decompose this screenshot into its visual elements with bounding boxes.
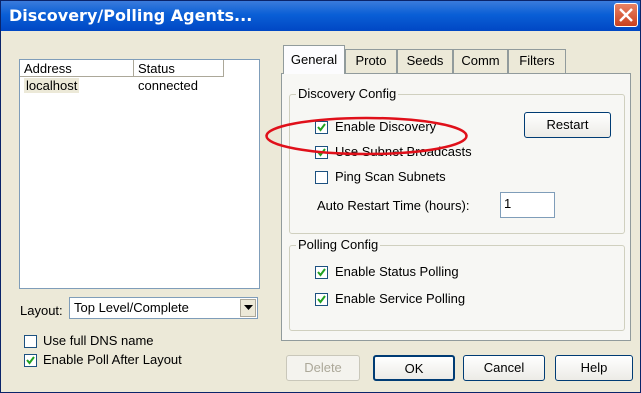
list-item[interactable]: localhost connected bbox=[20, 78, 259, 93]
layout-select[interactable]: Top Level/Complete bbox=[69, 297, 258, 319]
layout-label: Layout: bbox=[20, 303, 63, 318]
help-button[interactable]: Help bbox=[555, 355, 633, 381]
tab-general[interactable]: General bbox=[283, 45, 345, 74]
auto-restart-label: Auto Restart Time (hours): bbox=[317, 198, 470, 213]
enable-status-polling-label: Enable Status Polling bbox=[335, 264, 459, 279]
enable-poll-after-layout-checkbox[interactable] bbox=[24, 354, 37, 367]
enable-service-polling-label: Enable Service Polling bbox=[335, 291, 466, 306]
polling-config-group: Polling Config bbox=[289, 237, 625, 331]
chevron-down-icon bbox=[244, 305, 253, 310]
check-icon bbox=[317, 295, 326, 304]
close-icon bbox=[619, 8, 633, 22]
use-full-dns-checkbox[interactable] bbox=[24, 335, 37, 348]
ping-scan-subnets-label: Ping Scan Subnets bbox=[335, 169, 446, 184]
discovery-config-title: Discovery Config bbox=[296, 86, 399, 101]
check-icon bbox=[26, 356, 35, 365]
use-full-dns-label: Use full DNS name bbox=[43, 333, 154, 348]
tab-filters[interactable]: Filters bbox=[508, 49, 566, 73]
check-icon bbox=[317, 268, 326, 277]
auto-restart-value: 1 bbox=[504, 196, 512, 211]
agent-status-cell: connected bbox=[138, 78, 198, 93]
polling-config-title: Polling Config bbox=[296, 237, 381, 252]
title-bar[interactable]: Discovery/Polling Agents... bbox=[1, 1, 640, 31]
enable-poll-after-layout-label: Enable Poll After Layout bbox=[43, 352, 182, 367]
ok-button[interactable]: OK bbox=[373, 355, 455, 381]
window-title: Discovery/Polling Agents... bbox=[9, 6, 253, 25]
ping-scan-subnets-checkbox[interactable] bbox=[315, 171, 328, 184]
enable-service-polling-checkbox[interactable] bbox=[315, 293, 328, 306]
agents-list[interactable]: Address Status localhost connected bbox=[19, 59, 260, 289]
tab-seeds[interactable]: Seeds bbox=[397, 49, 453, 73]
agent-address-cell: localhost bbox=[24, 78, 80, 93]
auto-restart-input[interactable]: 1 bbox=[500, 192, 555, 218]
column-header-status[interactable]: Status bbox=[134, 60, 224, 77]
discovery-polling-dialog: Discovery/Polling Agents... Address Stat… bbox=[0, 0, 641, 393]
list-header: Address Status bbox=[20, 60, 259, 78]
layout-select-value: Top Level/Complete bbox=[74, 300, 189, 315]
column-header-address[interactable]: Address bbox=[20, 60, 134, 77]
layout-dropdown-button[interactable] bbox=[240, 299, 256, 317]
close-button[interactable] bbox=[614, 3, 638, 27]
restart-button[interactable]: Restart bbox=[524, 112, 611, 138]
annotation-ellipse bbox=[265, 116, 468, 156]
delete-button[interactable]: Delete bbox=[286, 355, 360, 381]
cancel-button[interactable]: Cancel bbox=[463, 355, 545, 381]
tab-proto[interactable]: Proto bbox=[345, 49, 397, 73]
enable-status-polling-checkbox[interactable] bbox=[315, 266, 328, 279]
tab-comm[interactable]: Comm bbox=[453, 49, 508, 73]
